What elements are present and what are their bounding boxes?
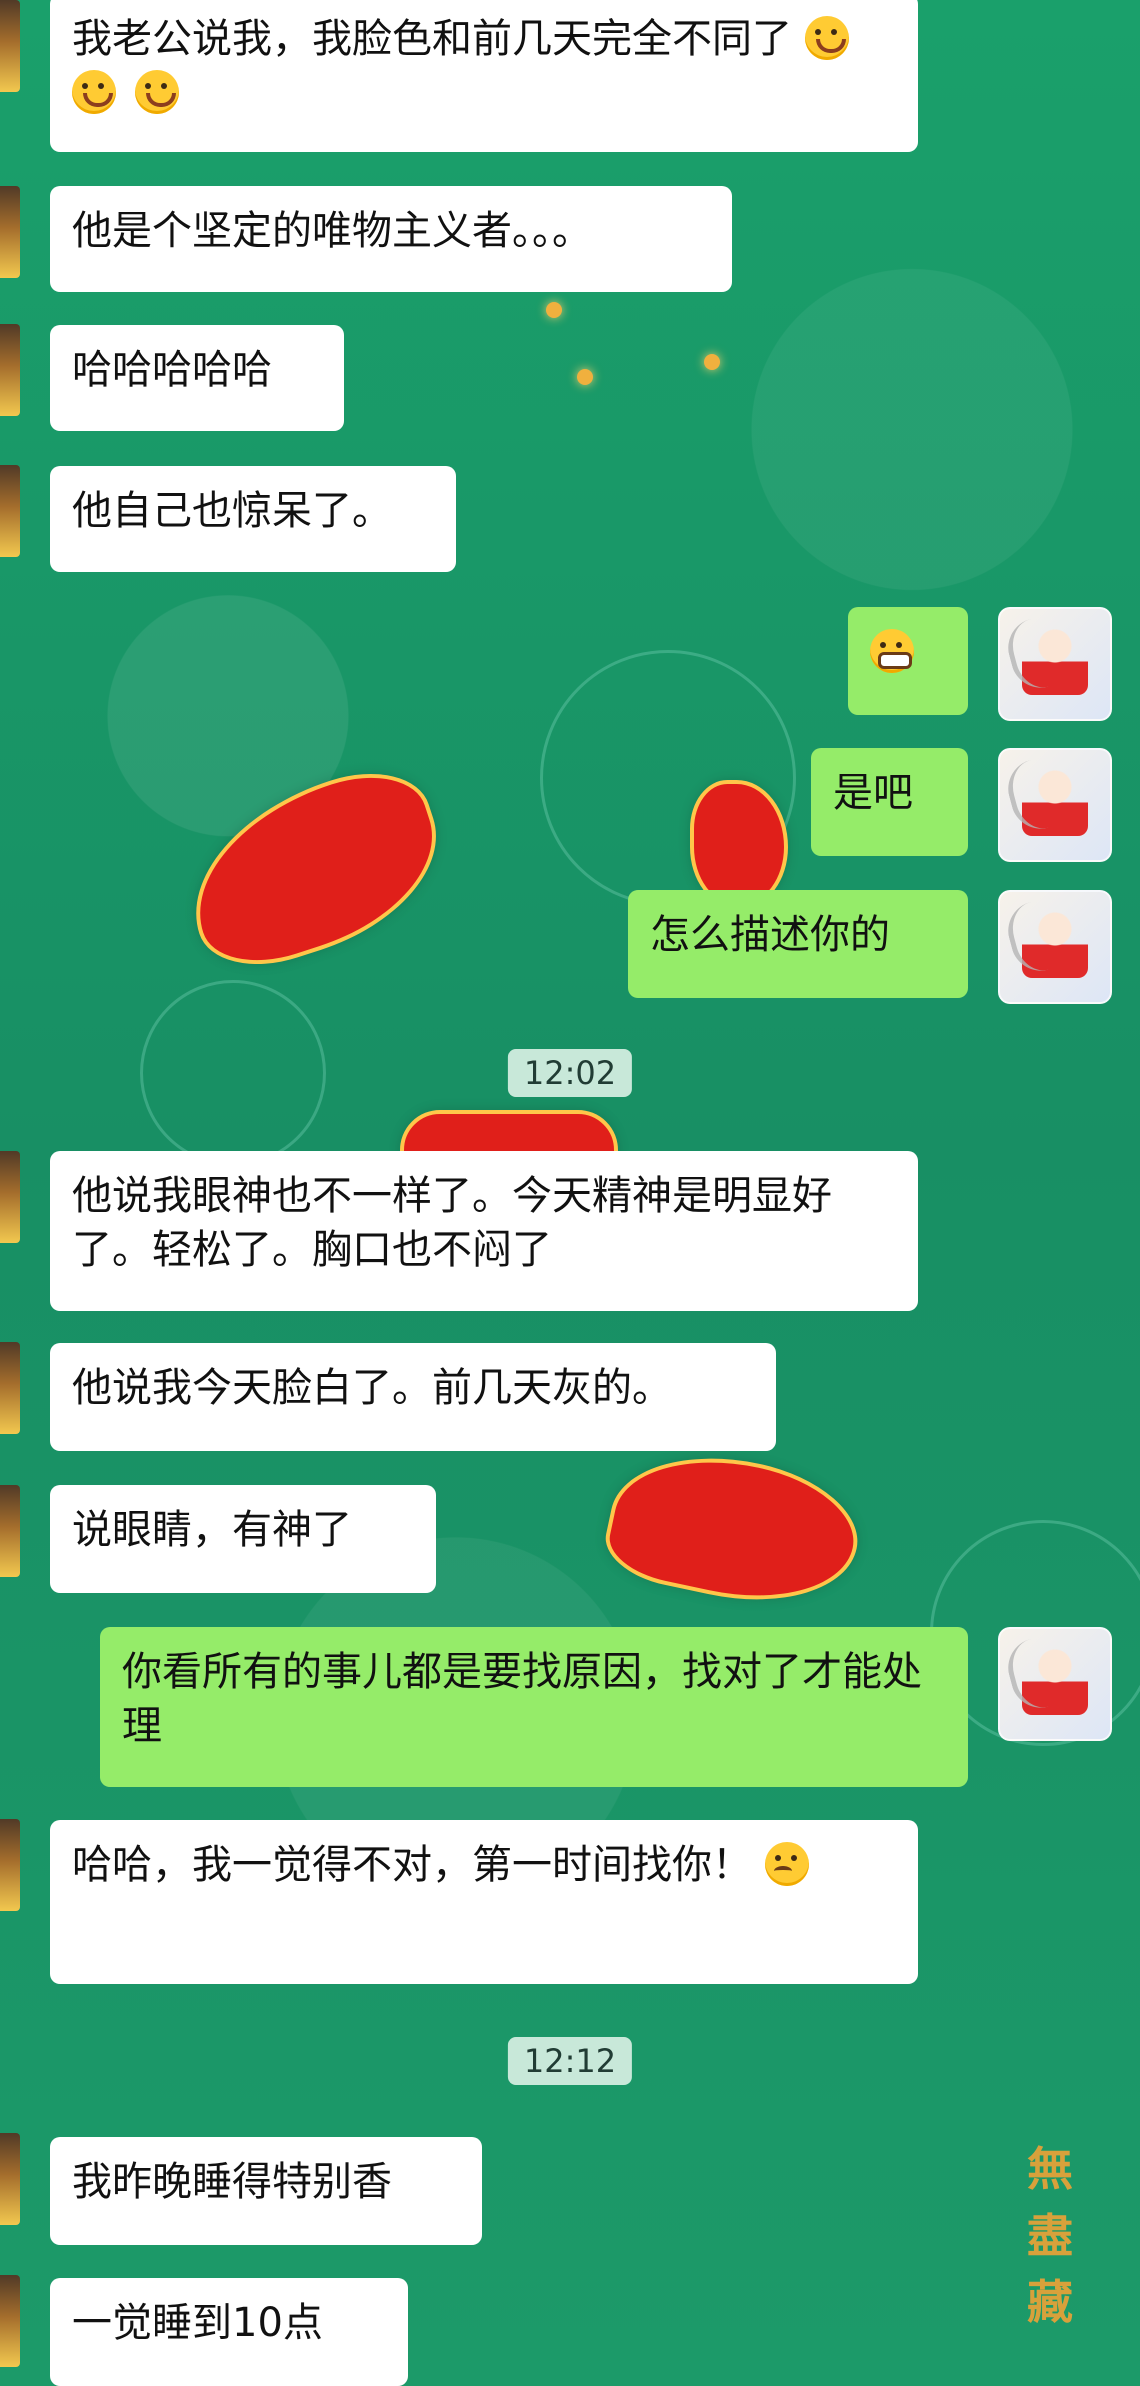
chat-message[interactable]: 说眼睛，有神了 xyxy=(50,1485,436,1593)
user-avatar[interactable] xyxy=(998,607,1112,721)
decorative-circle-3 xyxy=(140,980,326,1166)
message-text: 哈哈哈哈哈 xyxy=(72,347,272,393)
laughing-crying-emoji-icon xyxy=(804,16,849,60)
message-text: 他说我今天脸白了。前几天灰的。 xyxy=(72,1365,672,1411)
user-avatar[interactable] xyxy=(998,890,1112,1004)
chat-message[interactable]: 哈哈哈哈哈 xyxy=(50,325,344,431)
left-avatar-strip xyxy=(0,1342,20,1434)
watermark-text: 無盡藏 xyxy=(1027,2141,1073,2330)
thinking-face-emoji-icon xyxy=(764,1842,809,1886)
red-bird-decoration xyxy=(166,754,462,984)
chat-message[interactable] xyxy=(848,607,968,715)
left-avatar-strip xyxy=(0,1151,20,1243)
chat-message[interactable]: 你看所有的事儿都是要找原因，找对了才能处理 xyxy=(100,1627,968,1787)
chat-message[interactable]: 我老公说我，我脸色和前几天完全不同了 xyxy=(50,0,918,152)
message-text: 怎么描述你的 xyxy=(650,912,890,958)
message-text: 说眼睛，有神了 xyxy=(72,1507,352,1553)
left-avatar-strip xyxy=(0,1819,20,1911)
chat-message[interactable]: 他自己也惊呆了。 xyxy=(50,466,456,572)
left-avatar-strip xyxy=(0,1485,20,1577)
user-avatar[interactable] xyxy=(998,748,1112,862)
message-text: 哈哈，我一觉得不对，第一时间找你！ xyxy=(72,1842,752,1888)
left-avatar-strip xyxy=(0,324,20,416)
laughing-crying-emoji-icon xyxy=(134,70,179,114)
user-avatar[interactable] xyxy=(998,1627,1112,1741)
grinning-face-emoji-icon xyxy=(870,629,914,673)
message-text: 他说我眼神也不一样了。今天精神是明显好了。轻松了。胸口也不闷了 xyxy=(72,1173,832,1273)
gold-star-2 xyxy=(577,369,593,385)
left-avatar-strip xyxy=(0,465,20,557)
timestamp: 12:02 xyxy=(507,1049,633,1097)
gold-star-3 xyxy=(704,354,720,370)
red-crest-decoration xyxy=(690,780,788,908)
red-cloud-decoration xyxy=(598,1435,870,1623)
laughing-crying-emoji-icon xyxy=(72,70,116,114)
chat-message[interactable]: 我昨晚睡得特别香 xyxy=(50,2137,482,2245)
chat-message[interactable]: 哈哈，我一觉得不对，第一时间找你！ xyxy=(50,1820,918,1984)
message-text: 他是个坚定的唯物主义者。。。 xyxy=(72,208,592,254)
left-avatar-strip xyxy=(0,0,20,92)
chat-message[interactable]: 是吧 xyxy=(811,748,968,856)
left-avatar-strip xyxy=(0,186,20,278)
message-text: 我昨晚睡得特别香 xyxy=(72,2159,392,2205)
message-text: 是吧 xyxy=(833,770,913,816)
message-text: 我老公说我，我脸色和前几天完全不同了 xyxy=(72,16,792,62)
message-text: 你看所有的事儿都是要找原因，找对了才能处理 xyxy=(122,1649,922,1749)
chat-message[interactable]: 他说我眼神也不一样了。今天精神是明显好了。轻松了。胸口也不闷了 xyxy=(50,1151,918,1311)
message-text: 他自己也惊呆了。 xyxy=(72,488,392,534)
chat-message[interactable]: 他说我今天脸白了。前几天灰的。 xyxy=(50,1343,776,1451)
message-text: 一觉睡到10点 xyxy=(72,2300,323,2346)
timestamp: 12:12 xyxy=(507,2037,633,2085)
gold-star-1 xyxy=(546,302,562,318)
chat-message[interactable]: 一觉睡到10点 xyxy=(50,2278,408,2386)
chat-message[interactable]: 他是个坚定的唯物主义者。。。 xyxy=(50,186,732,292)
chat-message[interactable]: 怎么描述你的 xyxy=(628,890,968,998)
left-avatar-strip xyxy=(0,2133,20,2225)
left-avatar-strip xyxy=(0,2275,20,2367)
